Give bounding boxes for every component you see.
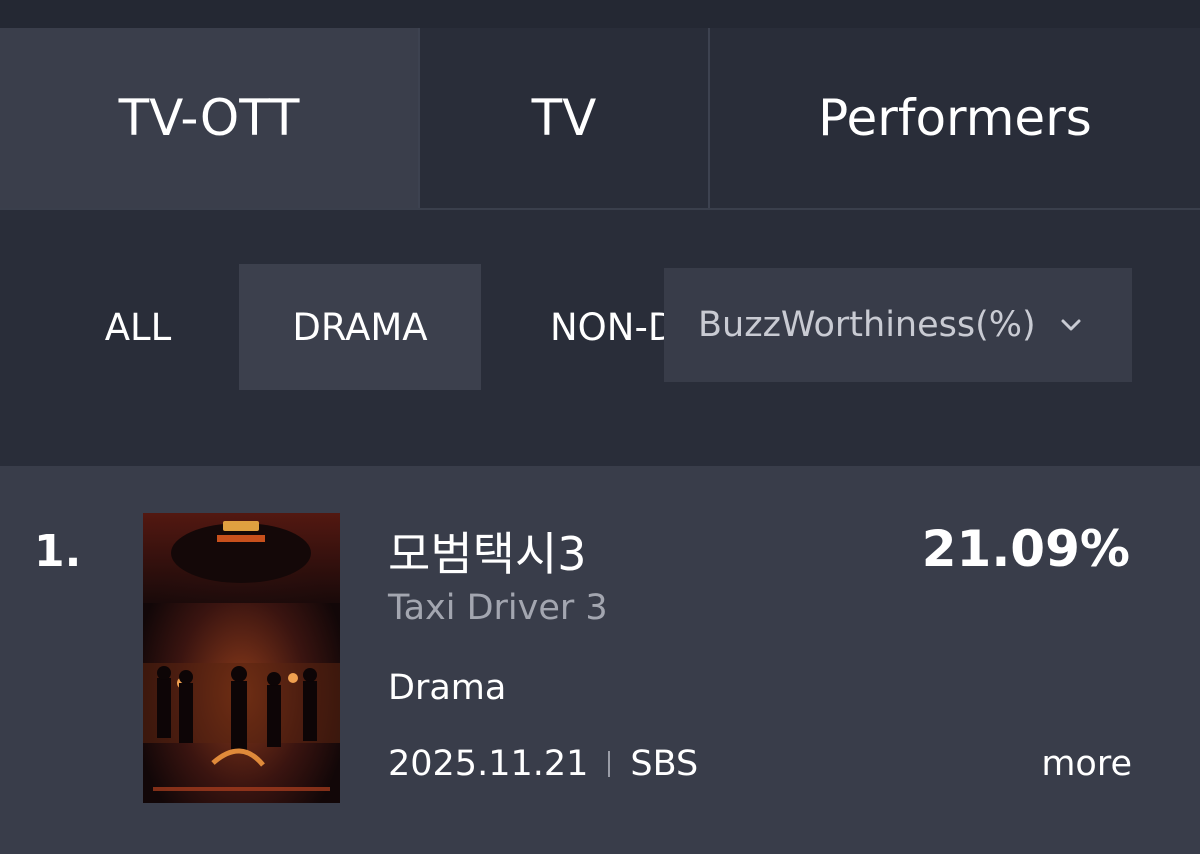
title-english: Taxi Driver 3 bbox=[388, 588, 608, 628]
air-date: 2025.11.21 bbox=[388, 744, 589, 784]
genre-label: Drama bbox=[388, 668, 507, 708]
filter-bar: ALL DRAMA NON-DRAMA BuzzWorthiness(%) bbox=[0, 210, 1200, 466]
page: TV-OTT TV Performers ALL DRAMA NON-DRAMA… bbox=[0, 0, 1200, 854]
chevron-down-icon bbox=[1061, 319, 1081, 331]
buzz-score: 21.09% bbox=[921, 520, 1130, 578]
meta-divider bbox=[608, 751, 611, 777]
more-link[interactable]: more bbox=[1041, 744, 1132, 784]
top-strip bbox=[0, 0, 1200, 28]
poster-image[interactable] bbox=[143, 513, 340, 803]
poster-artwork bbox=[143, 513, 340, 803]
network-name: SBS bbox=[630, 744, 699, 784]
filter-all-button[interactable]: ALL bbox=[92, 264, 184, 390]
category-tabs: TV-OTT TV Performers bbox=[0, 28, 1200, 210]
sort-dropdown-label: BuzzWorthiness(%) bbox=[698, 305, 1036, 345]
sort-dropdown[interactable]: BuzzWorthiness(%) bbox=[664, 268, 1132, 382]
list-item[interactable]: 1. 모범택시3 Taxi Driver 3 Drama 2025.11.21 … bbox=[0, 466, 1200, 854]
tab-tv[interactable]: TV bbox=[418, 28, 708, 208]
rank-number: 1. bbox=[34, 526, 82, 577]
meta-info: 2025.11.21 SBS bbox=[388, 744, 698, 784]
filter-non-drama-button[interactable]: NON-DRAMA bbox=[550, 264, 664, 390]
title-korean[interactable]: 모범택시3 bbox=[388, 518, 587, 584]
tab-performers[interactable]: Performers bbox=[708, 28, 1200, 208]
tab-tv-ott[interactable]: TV-OTT bbox=[0, 28, 418, 208]
filter-drama-button[interactable]: DRAMA bbox=[239, 264, 481, 390]
